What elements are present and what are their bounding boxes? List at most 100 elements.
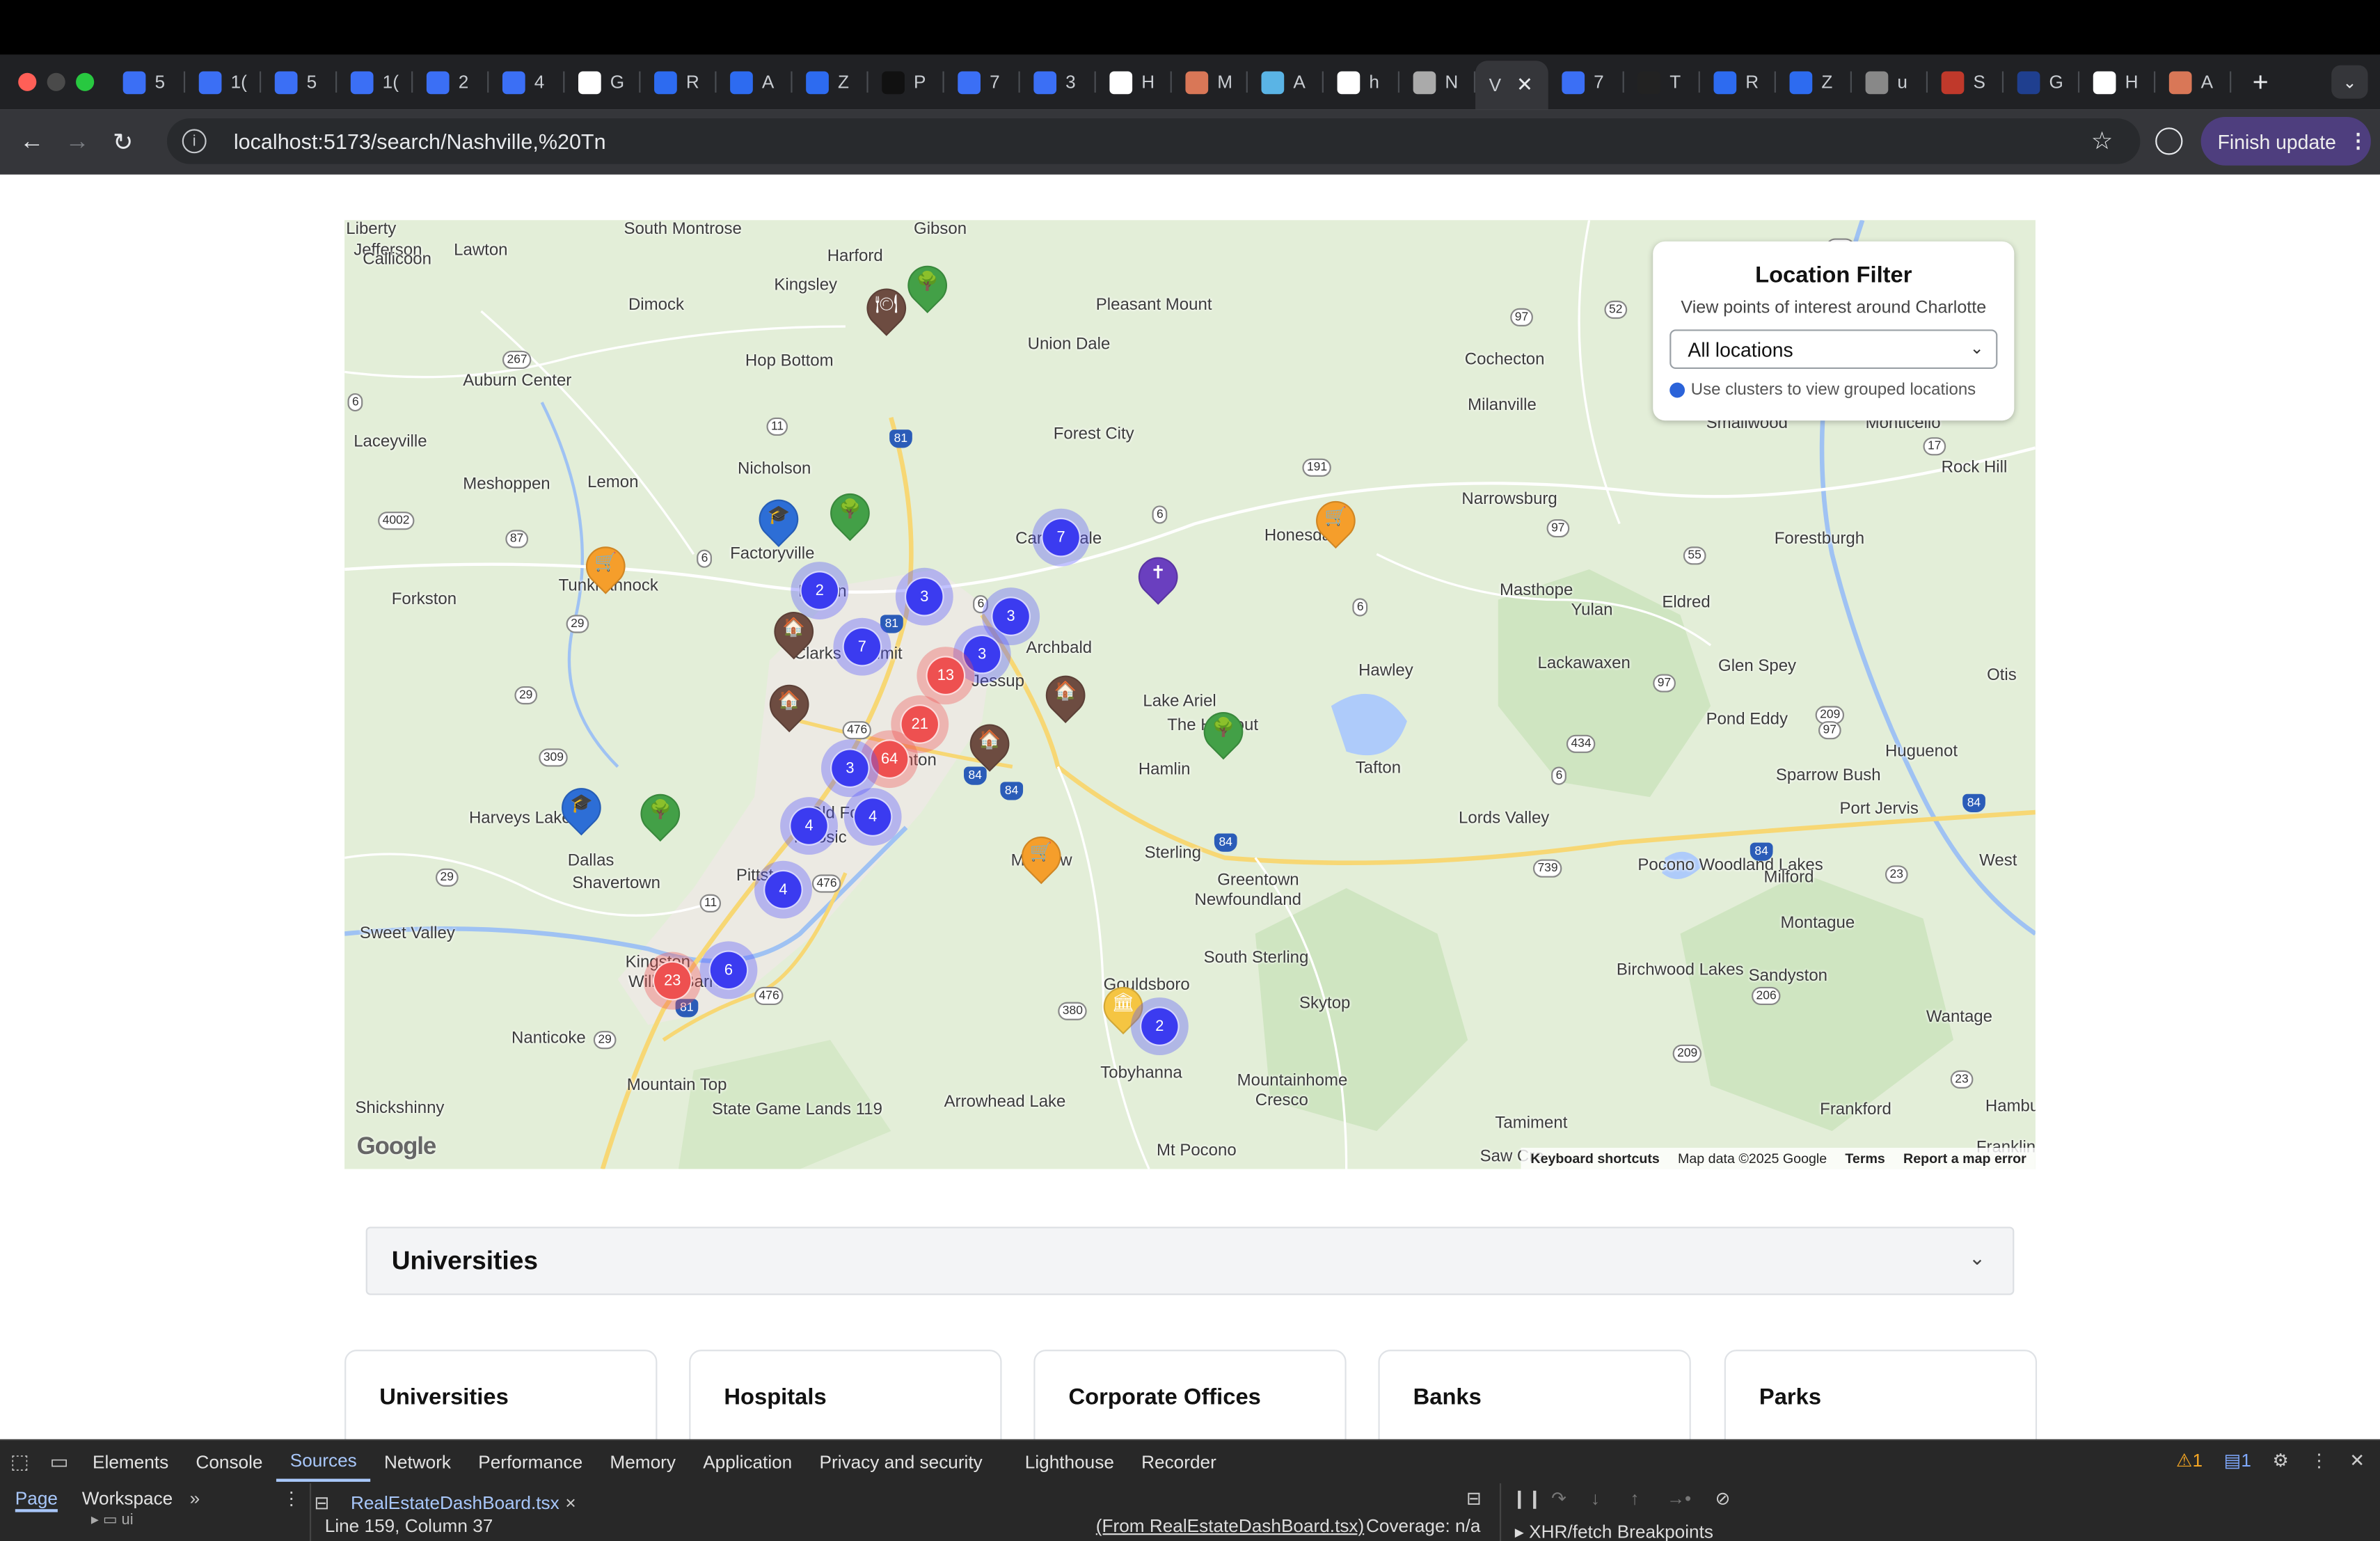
browser-tab[interactable]: H [1096, 61, 1172, 103]
more-menu-icon[interactable]: ⋮ [2348, 129, 2367, 153]
browser-tab[interactable]: M [1172, 61, 1248, 103]
step-out-icon[interactable]: ↑ [1631, 1488, 1640, 1510]
browser-tab[interactable]: Z [793, 61, 868, 103]
browser-tab[interactable]: T [1624, 61, 1700, 103]
shopping-cart-icon[interactable]: 🛒 [1308, 493, 1364, 553]
browser-tab[interactable]: 7 [1548, 61, 1624, 103]
browser-tab[interactable]: 5 [261, 61, 338, 103]
source-map-link[interactable]: (From RealEstateDashBoard.tsx) [1096, 1515, 1364, 1537]
new-tab-button[interactable]: + [2253, 66, 2269, 98]
minimize-window-button[interactable] [47, 72, 65, 91]
browser-tab[interactable]: N [1399, 61, 1476, 103]
browser-tab[interactable]: 7 [944, 61, 1020, 103]
devtools-tab[interactable]: Performance [465, 1441, 596, 1482]
cluster-marker[interactable]: 2 [791, 562, 849, 619]
panel-divider[interactable] [1499, 1483, 1502, 1541]
shopping-cart-icon[interactable]: 🛒 [578, 538, 634, 598]
step-into-icon[interactable]: ↓ [1591, 1488, 1600, 1510]
devtools-tab[interactable]: Sources [276, 1441, 371, 1482]
tab-search-button[interactable]: ⌄ [2331, 65, 2368, 99]
devtools-tab[interactable]: Application [690, 1441, 806, 1482]
step-over-icon[interactable]: ↷ [1551, 1488, 1566, 1510]
maximize-window-button[interactable] [76, 72, 95, 91]
university-icon[interactable]: 🎓 [750, 491, 807, 551]
message-count[interactable]: ▤1 [2224, 1450, 2251, 1471]
devtools-tab[interactable]: Lighthouse [1011, 1441, 1127, 1482]
church-icon[interactable]: ✝ [1130, 548, 1187, 609]
toggle-navigator-icon[interactable]: ⊟ [314, 1492, 329, 1514]
browser-tab[interactable]: 1( [185, 61, 262, 103]
deactivate-breakpoints-icon[interactable]: ⊘ [1715, 1488, 1731, 1510]
universities-accordion[interactable]: Universities ⌄ [365, 1226, 2015, 1295]
device-toolbar-icon[interactable]: ▭ [40, 1449, 79, 1473]
location-select[interactable]: All locations ⌄ [1669, 329, 1998, 370]
browser-tab[interactable]: A [716, 61, 793, 103]
finish-update-button[interactable]: Finish update ⋮ [2200, 116, 2371, 166]
park-icon[interactable]: 🌳 [899, 257, 955, 317]
browser-tab[interactable]: R [640, 61, 717, 103]
browser-tab[interactable]: G [564, 61, 641, 103]
source-file-tab[interactable]: ⊟ RealEstateDashBoard.tsx × [314, 1488, 576, 1519]
keyboard-shortcuts-link[interactable]: Keyboard shortcuts [1530, 1151, 1659, 1166]
address-bar[interactable]: i localhost:5173/search/Nashville,%20Tn … [166, 118, 2141, 164]
browser-tab[interactable]: A [2155, 61, 2232, 103]
cluster-marker[interactable]: 4 [754, 860, 812, 919]
navigator-tab-page[interactable]: Page [15, 1488, 58, 1512]
park-icon[interactable]: 🌳 [1195, 704, 1252, 764]
house-icon[interactable]: 🏠 [765, 603, 822, 663]
site-info-icon[interactable]: i [182, 129, 207, 154]
house-icon[interactable]: 🏠 [761, 677, 818, 736]
back-button[interactable]: ← [9, 128, 54, 155]
devtools-tab[interactable]: Recorder [1128, 1441, 1230, 1482]
map[interactable]: Liberty Jefferson Callicoon Lawton South Mon… [344, 220, 2036, 1169]
cluster-marker[interactable]: 7 [1032, 508, 1090, 567]
cluster-marker[interactable]: 2 [1130, 997, 1189, 1055]
house-icon[interactable]: 🏠 [1038, 667, 1094, 727]
cluster-marker[interactable]: 6 [699, 941, 758, 999]
close-tab-icon[interactable]: ✕ [1516, 73, 1533, 97]
browser-tab[interactable]: 2 [413, 61, 489, 103]
devtools-tab[interactable]: Network [370, 1441, 464, 1482]
browser-tab[interactable]: A [1248, 61, 1324, 103]
browser-tab[interactable]: h [1324, 61, 1399, 103]
cluster-marker[interactable]: 4 [780, 797, 838, 855]
devtools-tab[interactable]: Privacy and security [806, 1441, 996, 1482]
cluster-marker[interactable]: 3 [895, 567, 953, 626]
cluster-marker[interactable]: 7 [833, 617, 891, 676]
reload-button[interactable]: ↻ [100, 127, 145, 157]
tree-item[interactable]: ▸ ▭ ui [91, 1512, 134, 1529]
more-tabs-icon[interactable]: » [190, 1488, 200, 1510]
pause-icon[interactable]: ❙❙ [1512, 1488, 1542, 1510]
terms-link[interactable]: Terms [1845, 1151, 1885, 1166]
gear-icon[interactable]: ⚙ [2273, 1450, 2289, 1471]
close-file-icon[interactable]: × [565, 1492, 576, 1514]
navigator-menu-icon[interactable]: ⋮ [283, 1488, 301, 1510]
restaurant-icon[interactable]: 🍽 [858, 280, 914, 340]
cluster-marker[interactable]: 4 [843, 788, 902, 846]
browser-tab[interactable]: H [2079, 61, 2156, 103]
devtools-tab[interactable]: Memory [596, 1441, 690, 1482]
navigator-tab-workspace[interactable]: Workspace [82, 1488, 173, 1510]
browser-tab[interactable]: R [1700, 61, 1776, 103]
browser-tab[interactable]: 4 [489, 61, 565, 103]
browser-tab[interactable]: 1( [337, 61, 413, 103]
devtools-tab[interactable]: Elements [79, 1441, 182, 1482]
browser-tab[interactable]: u [1852, 61, 1928, 103]
toggle-debugger-icon[interactable]: ⊟ [1466, 1488, 1482, 1510]
browser-tab[interactable]: S [1928, 61, 2004, 103]
house-icon[interactable]: 🏠 [961, 716, 1018, 775]
cluster-marker[interactable]: 23 [643, 951, 701, 1010]
more-options-icon[interactable]: ⋮ [2310, 1450, 2329, 1471]
warning-count[interactable]: ⚠1 [2176, 1450, 2203, 1471]
browser-tab[interactable]: 3 [1020, 61, 1096, 103]
devtools-tab[interactable]: Console [182, 1441, 276, 1482]
report-error-link[interactable]: Report a map error [1903, 1151, 2026, 1166]
browser-tab[interactable]: Z [1776, 61, 1852, 103]
forward-button[interactable]: → [55, 128, 100, 155]
browser-tab[interactable]: V ✕ [1475, 61, 1548, 110]
step-icon[interactable]: →• [1667, 1488, 1691, 1510]
profile-icon[interactable] [2155, 127, 2183, 155]
xhr-breakpoints-section[interactable]: ▸ XHR/fetch Breakpoints [1515, 1522, 1713, 1541]
browser-tab[interactable]: G [2004, 61, 2080, 103]
panel-divider[interactable] [309, 1483, 312, 1541]
